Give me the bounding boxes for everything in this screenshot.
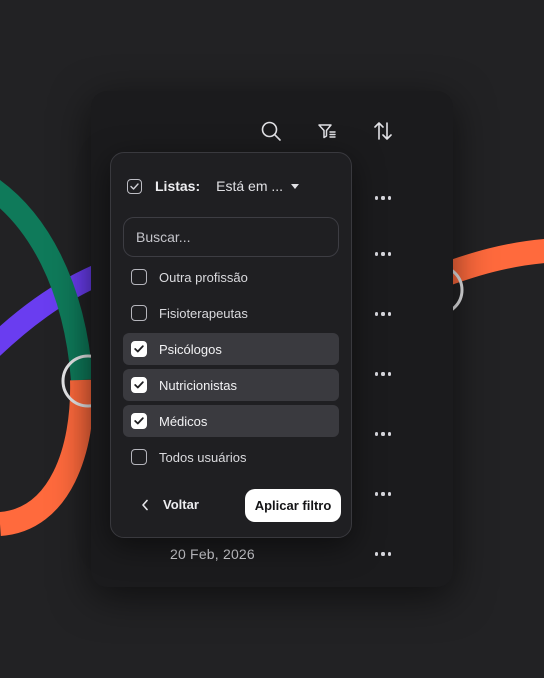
filter-icon[interactable] — [314, 118, 340, 144]
more-horizontal-icon[interactable] — [370, 246, 396, 262]
checkbox[interactable] — [131, 269, 147, 285]
checkbox-checked-icon[interactable] — [131, 377, 147, 393]
caret-down-icon[interactable] — [291, 184, 300, 189]
option-psicologos[interactable]: Psicólogos — [123, 333, 339, 365]
date-cell: 20 Feb, 2026 — [170, 546, 255, 562]
search-input[interactable] — [123, 217, 339, 257]
filter-operator-select[interactable]: Está em ... — [216, 178, 283, 194]
more-horizontal-icon[interactable] — [370, 546, 396, 562]
more-horizontal-icon[interactable] — [370, 486, 396, 502]
option-outra-profissao[interactable]: Outra profissão — [123, 261, 339, 293]
search-icon[interactable] — [258, 118, 284, 144]
sort-icon[interactable] — [370, 118, 396, 144]
back-button-label: Voltar — [163, 497, 199, 512]
option-label: Nutricionistas — [159, 377, 238, 393]
filter-field-label: Listas: — [155, 178, 201, 194]
orange-ribbon-left — [0, 379, 95, 536]
option-label: Fisioterapeutas — [159, 305, 248, 321]
panel-footer: Voltar Aplicar filtro — [111, 489, 353, 523]
checkbox-checked-icon[interactable] — [131, 341, 147, 357]
option-fisioterapeutas[interactable]: Fisioterapeutas — [123, 297, 339, 329]
option-nutricionistas[interactable]: Nutricionistas — [123, 369, 339, 401]
filter-panel: Listas: Está em ... Outra profissão Fisi… — [110, 152, 352, 538]
chevron-left-icon — [142, 499, 148, 510]
options-list: Outra profissão Fisioterapeutas Psicólog… — [123, 261, 339, 477]
apply-filter-button[interactable]: Aplicar filtro — [245, 489, 341, 522]
back-button[interactable]: Voltar — [141, 497, 199, 512]
green-ribbon — [0, 180, 93, 381]
checkbox[interactable] — [131, 305, 147, 321]
option-label: Médicos — [159, 413, 208, 429]
option-label: Psicólogos — [159, 341, 222, 357]
more-horizontal-icon[interactable] — [370, 190, 396, 206]
option-todos-usuarios[interactable]: Todos usuários — [123, 441, 339, 473]
option-label: Todos usuários — [159, 449, 247, 465]
checkbox-checked-icon[interactable] — [131, 413, 147, 429]
filter-header: Listas: Está em ... — [127, 177, 300, 195]
option-label: Outra profissão — [159, 269, 248, 285]
checkbox-checked-icon — [127, 178, 142, 194]
checkbox[interactable] — [131, 449, 147, 465]
more-horizontal-icon[interactable] — [370, 306, 396, 322]
more-horizontal-icon[interactable] — [370, 366, 396, 382]
option-medicos[interactable]: Médicos — [123, 405, 339, 437]
more-horizontal-icon[interactable] — [370, 426, 396, 442]
